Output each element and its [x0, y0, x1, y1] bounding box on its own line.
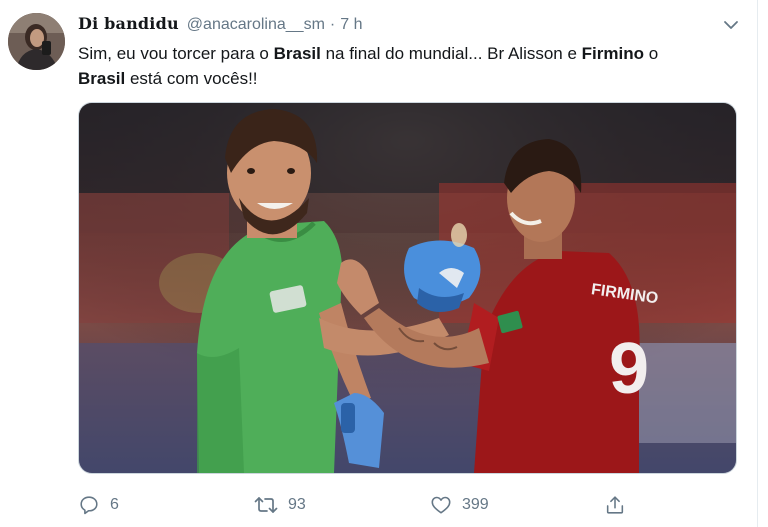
reply-count: 6: [110, 496, 119, 513]
tweet-text-part: o: [644, 44, 659, 63]
tweet-text: Sim, eu vou torcer para o Brasil na fina…: [78, 41, 740, 91]
jersey-number: 9: [609, 329, 649, 409]
action-bar: 6 93 399: [78, 493, 638, 517]
tweet-text-bold: Brasil: [273, 44, 321, 63]
share-button[interactable]: [604, 493, 626, 517]
display-name[interactable]: Di bandidu: [78, 14, 179, 33]
tweet-text-bold: Firmino: [581, 44, 644, 63]
tweet-text-part: está com vocês!!: [125, 69, 258, 88]
retweet-count: 93: [288, 496, 306, 513]
share-icon: [604, 494, 626, 516]
reply-icon: [78, 494, 100, 516]
tweet-text-part: Sim, eu vou torcer para o: [78, 44, 274, 63]
tweet-text-bold: Brasil: [78, 69, 126, 88]
retweet-button[interactable]: 93: [254, 493, 306, 517]
tweet-time[interactable]: 7 h: [340, 16, 362, 34]
like-button[interactable]: 399: [430, 493, 489, 517]
caret-down-icon[interactable]: [720, 14, 742, 36]
tweet-header: Di bandidu @anacarolina__sm · 7 h: [78, 14, 362, 36]
user-handle[interactable]: @anacarolina__sm: [187, 16, 325, 34]
like-icon: [430, 494, 452, 516]
tweet-text-part: na final do mundial... Br Alisson e: [320, 44, 582, 63]
reply-button[interactable]: 6: [78, 493, 119, 517]
separator-dot: ·: [329, 16, 336, 33]
avatar[interactable]: [8, 13, 65, 70]
like-count: 399: [462, 496, 489, 513]
tweet-photo[interactable]: 9 FIRMINO: [78, 102, 737, 474]
timeline-border: [757, 0, 758, 527]
photo-illustration: 9 FIRMINO: [79, 103, 736, 473]
retweet-icon: [254, 494, 278, 516]
